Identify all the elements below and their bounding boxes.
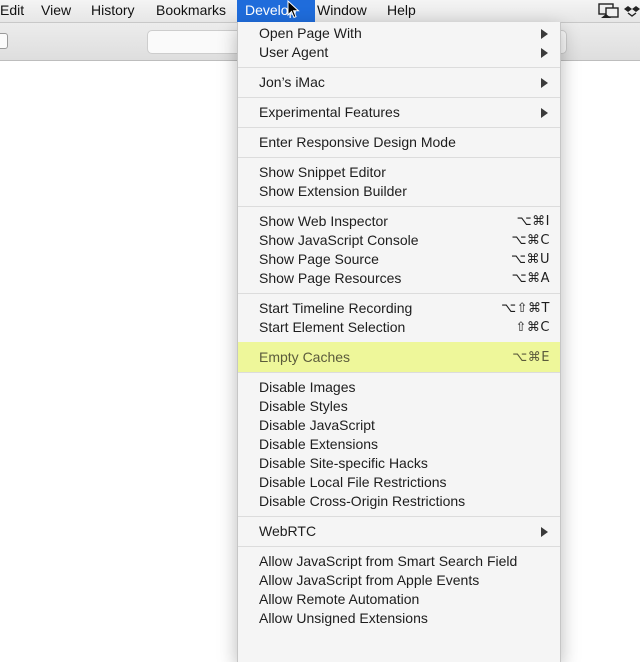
menu-item-show-page-source[interactable]: Show Page Source ⌥⌘U <box>238 250 560 269</box>
submenu-arrow-icon <box>541 29 548 39</box>
menu-item-label: Disable Local File Restrictions <box>259 474 447 490</box>
menu-separator <box>238 293 560 294</box>
menu-item-label: Disable Styles <box>259 398 348 414</box>
menu-item-label: Show Page Resources <box>259 270 402 286</box>
menu-item-label: Show Extension Builder <box>259 183 407 199</box>
menu-item-label: Show Snippet Editor <box>259 164 386 180</box>
menu-item-label: User Agent <box>259 44 329 60</box>
menu-bookmarks[interactable]: Bookmarks <box>148 0 234 22</box>
menu-separator <box>238 97 560 98</box>
menu-item-label: Experimental Features <box>259 104 400 120</box>
menu-separator <box>238 157 560 158</box>
menu-item-webrtc[interactable]: WebRTC <box>238 522 560 541</box>
menu-item-label: Jon’s iMac <box>259 74 325 90</box>
menu-item-label: Disable Site-specific Hacks <box>259 455 428 471</box>
airplay-display-icon[interactable] <box>598 3 620 19</box>
menu-item-shortcut: ⌥⌘U <box>511 252 550 267</box>
menu-item-experimental-features[interactable]: Experimental Features <box>238 103 560 122</box>
dropbox-icon[interactable] <box>624 3 640 19</box>
menu-item-shortcut: ⌥⌘C <box>511 233 550 248</box>
submenu-arrow-icon <box>541 48 548 58</box>
menu-item-show-page-resources[interactable]: Show Page Resources ⌥⌘A <box>238 269 560 288</box>
menu-item-label: Show JavaScript Console <box>259 232 419 248</box>
menu-item-label: Allow JavaScript from Apple Events <box>259 572 480 588</box>
menu-item-allow-remote-automation[interactable]: Allow Remote Automation <box>238 590 560 609</box>
menu-item-allow-unsigned-extensions[interactable]: Allow Unsigned Extensions <box>238 609 560 628</box>
menu-item-label: Start Timeline Recording <box>259 300 413 316</box>
menu-item-label: Disable JavaScript <box>259 417 375 433</box>
menu-item-allow-javascript-from-smart-search-field[interactable]: Allow JavaScript from Smart Search Field <box>238 552 560 571</box>
menu-item-shortcut: ⌥⌘A <box>511 271 550 286</box>
menu-item-allow-javascript-from-apple-events[interactable]: Allow JavaScript from Apple Events <box>238 571 560 590</box>
menu-item-label: Enter Responsive Design Mode <box>259 134 456 150</box>
menu-item-shortcut: ⇧⌘C <box>515 320 550 335</box>
menu-history[interactable]: History <box>83 0 143 22</box>
menu-item-label: Open Page With <box>259 25 362 41</box>
menu-item-shortcut: ⌥⇧⌘T <box>501 301 550 316</box>
menu-item-label: Allow Remote Automation <box>259 591 420 607</box>
menu-item-disable-local-file-restrictions[interactable]: Disable Local File Restrictions <box>238 473 560 492</box>
menu-item-label: Show Web Inspector <box>259 213 388 229</box>
menu-edit[interactable]: Edit <box>0 0 32 22</box>
menu-item-shortcut: ⌥⌘E <box>512 350 550 365</box>
menu-item-disable-cross-origin-restrictions[interactable]: Disable Cross-Origin Restrictions <box>238 492 560 511</box>
menu-separator <box>238 516 560 517</box>
sidebar-toggle-button[interactable] <box>0 33 8 49</box>
menu-item-label: WebRTC <box>259 523 317 539</box>
menu-develop[interactable]: Develop <box>237 0 315 22</box>
menu-item-user-agent[interactable]: User Agent <box>238 43 560 62</box>
menu-bar: Edit View History Bookmarks Develop Wind… <box>0 0 640 23</box>
menu-item-label: Disable Cross-Origin Restrictions <box>259 493 466 509</box>
menu-item-empty-caches[interactable]: Empty Caches ⌥⌘E <box>238 342 560 373</box>
menu-item-disable-extensions[interactable]: Disable Extensions <box>238 435 560 454</box>
menu-item-enter-responsive-design-mode[interactable]: Enter Responsive Design Mode <box>238 133 560 152</box>
menu-separator <box>238 546 560 547</box>
menu-item-disable-images[interactable]: Disable Images <box>238 378 560 397</box>
menu-item-label: Allow Unsigned Extensions <box>259 610 428 626</box>
menu-item-show-snippet-editor[interactable]: Show Snippet Editor <box>238 163 560 182</box>
develop-menu-dropdown: Open Page With User Agent Jon’s iMac Experi… <box>237 22 561 662</box>
menu-window[interactable]: Window <box>309 0 375 22</box>
menu-separator <box>238 127 560 128</box>
menu-item-disable-javascript[interactable]: Disable JavaScript <box>238 416 560 435</box>
menu-item-jons-imac[interactable]: Jon’s iMac <box>238 73 560 92</box>
menu-item-shortcut: ⌥⌘I <box>516 214 550 229</box>
submenu-arrow-icon <box>541 78 548 88</box>
menu-view[interactable]: View <box>33 0 79 22</box>
menu-item-disable-styles[interactable]: Disable Styles <box>238 397 560 416</box>
menu-item-start-element-selection[interactable]: Start Element Selection ⇧⌘C <box>238 318 560 337</box>
menu-separator <box>238 206 560 207</box>
mouse-cursor-icon <box>287 0 300 19</box>
menu-item-show-javascript-console[interactable]: Show JavaScript Console ⌥⌘C <box>238 231 560 250</box>
menu-item-show-extension-builder[interactable]: Show Extension Builder <box>238 182 560 201</box>
menu-item-open-page-with[interactable]: Open Page With <box>238 24 560 43</box>
menu-item-label: Show Page Source <box>259 251 379 267</box>
menu-item-start-timeline-recording[interactable]: Start Timeline Recording ⌥⇧⌘T <box>238 299 560 318</box>
submenu-arrow-icon <box>541 108 548 118</box>
menu-separator <box>238 372 560 373</box>
submenu-arrow-icon <box>541 527 548 537</box>
menu-separator <box>238 67 560 68</box>
menu-item-label: Empty Caches <box>259 349 351 365</box>
menu-item-disable-site-specific-hacks[interactable]: Disable Site-specific Hacks <box>238 454 560 473</box>
menu-help[interactable]: Help <box>379 0 424 22</box>
menu-item-show-web-inspector[interactable]: Show Web Inspector ⌥⌘I <box>238 212 560 231</box>
menu-item-label: Disable Images <box>259 379 356 395</box>
menu-item-label: Allow JavaScript from Smart Search Field <box>259 553 518 569</box>
menu-item-label: Start Element Selection <box>259 319 406 335</box>
menu-item-label: Disable Extensions <box>259 436 379 452</box>
